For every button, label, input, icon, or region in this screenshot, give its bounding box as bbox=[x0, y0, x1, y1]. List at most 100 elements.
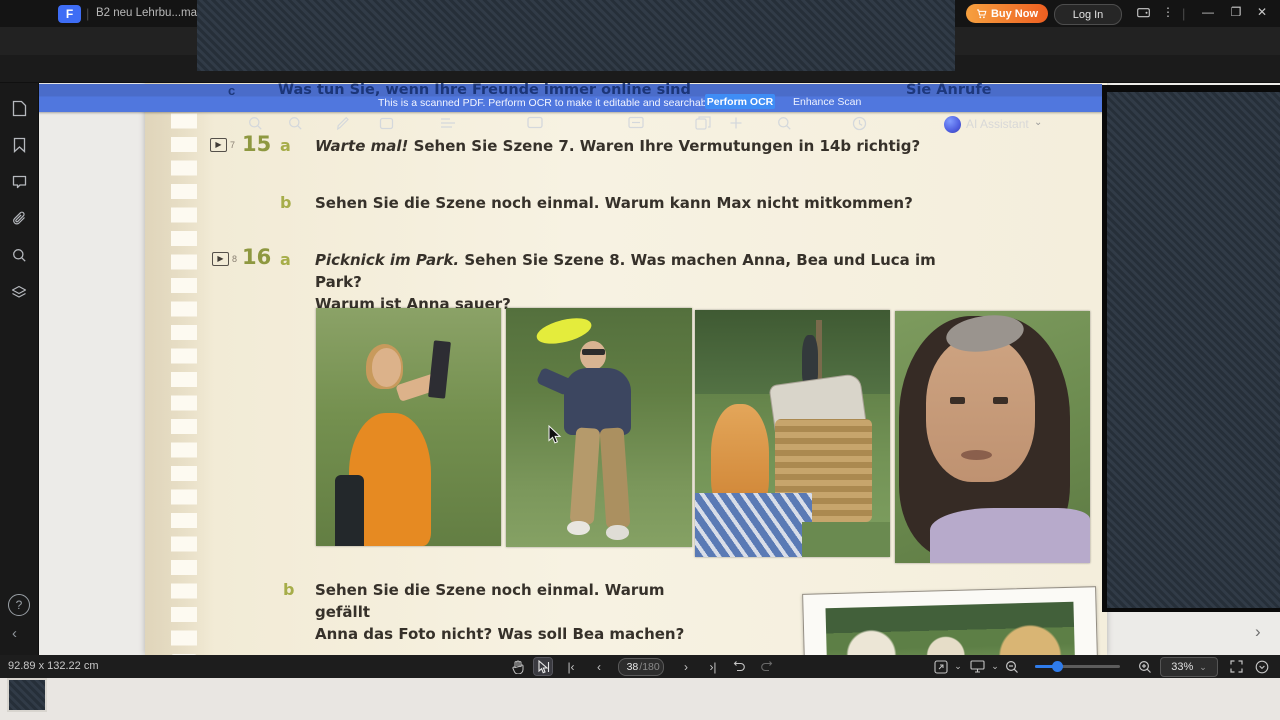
page-total: /180 bbox=[639, 661, 660, 673]
rotate-right-icon[interactable] bbox=[757, 658, 775, 675]
zoom-slider-handle[interactable] bbox=[1052, 661, 1063, 672]
form-tool-icon[interactable] bbox=[628, 116, 644, 130]
fullscreen-icon[interactable] bbox=[1227, 658, 1245, 675]
spiral-binding-holes bbox=[171, 90, 197, 655]
feedback-icon[interactable] bbox=[1134, 4, 1152, 22]
exercise-16b-line1: Sehen Sie die Szene noch einmal. Warum g… bbox=[315, 581, 665, 621]
chevron-down-icon[interactable]: ⌄ bbox=[986, 658, 1004, 675]
highlight-tool-icon[interactable] bbox=[379, 116, 394, 131]
pdf-page: ▶ 7 15 a Warte mal! Sehen Sie Szene 7. W… bbox=[145, 82, 1107, 655]
framed-photo-partial bbox=[802, 586, 1098, 655]
navigation-sidebar: ? ‹ bbox=[0, 82, 39, 655]
bookmarks-icon[interactable] bbox=[10, 136, 28, 154]
ai-assistant-button[interactable]: AI Assistant bbox=[966, 117, 1029, 131]
document-viewport[interactable]: ▶ 7 15 a Warte mal! Sehen Sie Szene 7. W… bbox=[38, 82, 1280, 655]
app-window: F | B2 neu Lehrbu...marked (1).pdf Buy N… bbox=[0, 0, 1280, 720]
comment-tool-icon[interactable] bbox=[527, 116, 543, 130]
doc-heading-fragment: Was tun Sie, wenn Ihre Freunde immer onl… bbox=[278, 82, 691, 98]
buy-now-button[interactable]: Buy Now bbox=[966, 4, 1048, 23]
page-display-mode-icon[interactable] bbox=[968, 658, 986, 675]
exercise-16b-text: Sehen Sie die Szene noch einmal. Warum g… bbox=[315, 579, 715, 645]
history-tool-icon[interactable] bbox=[852, 116, 867, 131]
exercise-16a-lead: Picknick im Park. bbox=[315, 251, 460, 269]
page-thumbnails-icon[interactable] bbox=[10, 99, 28, 117]
zoom-out-icon[interactable] bbox=[1003, 658, 1021, 675]
pen-tool-icon[interactable] bbox=[337, 116, 351, 131]
log-in-button[interactable]: Log In bbox=[1054, 4, 1122, 25]
chevron-down-icon[interactable]: ⌄ bbox=[949, 658, 967, 675]
perform-ocr-button[interactable]: Perform OCR bbox=[705, 94, 775, 109]
next-page-button[interactable]: › bbox=[677, 658, 695, 675]
exercise-15-number: 15 bbox=[242, 132, 272, 156]
attachments-icon[interactable] bbox=[10, 209, 28, 227]
app-logo-icon: F bbox=[58, 5, 81, 23]
minimize-button[interactable]: — bbox=[1198, 5, 1218, 19]
collapse-statusbar-icon[interactable] bbox=[1253, 658, 1271, 675]
photo-woman-taking-picture bbox=[316, 308, 501, 546]
search-icon[interactable] bbox=[10, 246, 28, 264]
enhance-scan-label: Enhance Scan bbox=[793, 96, 862, 108]
buy-now-label: Buy Now bbox=[990, 7, 1039, 20]
video-badge-16: ▶ 8 bbox=[212, 252, 237, 266]
magnify-tool-icon[interactable] bbox=[288, 116, 303, 131]
exercise-15a-lead: Warte mal! bbox=[315, 137, 409, 155]
exercise-16b-letter: b bbox=[283, 580, 295, 599]
help-icon[interactable]: ? bbox=[8, 594, 30, 616]
ai-assistant-icon[interactable] bbox=[944, 116, 961, 133]
redacted-region-right bbox=[1102, 85, 1280, 612]
layers-icon[interactable] bbox=[10, 283, 28, 301]
collapse-sidebar-chevron-icon[interactable]: ‹ bbox=[12, 625, 17, 642]
comments-icon[interactable] bbox=[10, 173, 28, 191]
framed-photo-image bbox=[825, 601, 1075, 655]
exercise-15a-text: Warte mal! Sehen Sie Szene 7. Waren Ihre… bbox=[315, 135, 935, 157]
page-number-input[interactable] bbox=[622, 661, 639, 673]
zoom-in-icon[interactable] bbox=[1136, 658, 1154, 675]
enhance-scan-button[interactable]: Enhance Scan bbox=[793, 96, 861, 108]
ocr-notification-bar: c Was tun Sie, wenn Ihre Freunde immer o… bbox=[38, 82, 1102, 112]
video-play-icon: ▶ bbox=[210, 138, 227, 152]
exercise-16b-line2: Anna das Foto nicht? Was soll Bea machen… bbox=[315, 625, 685, 643]
rotate-left-icon[interactable] bbox=[730, 658, 748, 675]
doc-heading-label: c bbox=[228, 83, 236, 98]
add-page-icon[interactable] bbox=[729, 116, 743, 130]
fit-page-icon[interactable] bbox=[932, 658, 950, 675]
cart-icon bbox=[976, 9, 987, 19]
video-badge-number: 8 bbox=[232, 254, 238, 264]
window-separator: | bbox=[1182, 6, 1186, 21]
mouse-cursor bbox=[548, 425, 562, 445]
zoom-tool-icon[interactable] bbox=[248, 116, 263, 131]
close-button[interactable]: ✕ bbox=[1252, 5, 1272, 19]
video-badge-number: 7 bbox=[230, 140, 236, 150]
perform-ocr-label: Perform OCR bbox=[706, 95, 774, 108]
zoom-level-dropdown[interactable]: 33% ⌄ bbox=[1160, 657, 1218, 677]
photo-picnic-basket bbox=[695, 310, 890, 557]
zoom-level-value: 33% bbox=[1171, 661, 1194, 673]
photo-man-throwing-frisbee bbox=[506, 308, 692, 547]
first-page-button[interactable]: |‹ bbox=[562, 658, 580, 675]
previous-page-button[interactable]: ‹ bbox=[590, 658, 608, 675]
chevron-down-icon[interactable]: ⌄ bbox=[1034, 117, 1042, 128]
status-bar: 92.89 x 132.22 cm |‹ ‹ /180 › ›| ⌄ ⌄ bbox=[0, 655, 1280, 678]
exercise-16-number: 16 bbox=[242, 245, 272, 269]
last-page-button[interactable]: ›| bbox=[704, 658, 722, 675]
organize-pages-icon[interactable] bbox=[695, 116, 711, 130]
select-tool-icon[interactable] bbox=[533, 657, 553, 676]
log-in-label: Log In bbox=[1072, 8, 1104, 21]
tab-separator: | bbox=[86, 6, 90, 21]
desktop-background-strip bbox=[0, 678, 1280, 720]
edit-text-tool-icon[interactable] bbox=[440, 116, 456, 130]
exercise-16a-letter: a bbox=[280, 250, 291, 269]
redacted-region-bottom-left bbox=[7, 678, 47, 712]
doc-heading-fragment-right: Sie Anrufe bbox=[906, 82, 992, 98]
hand-tool-icon[interactable] bbox=[509, 658, 527, 675]
zoom-slider[interactable] bbox=[1035, 661, 1120, 672]
redacted-region-top bbox=[197, 0, 955, 71]
expand-right-panel-chevron-icon[interactable]: › bbox=[1255, 622, 1261, 642]
exercise-15b-letter: b bbox=[280, 193, 292, 212]
search-tool-icon[interactable] bbox=[777, 116, 792, 131]
exercise-15a-letter: a bbox=[280, 136, 291, 155]
video-badge-15: ▶ 7 bbox=[210, 138, 235, 152]
page-number-box[interactable]: /180 bbox=[618, 658, 664, 676]
restore-button[interactable]: ❐ bbox=[1226, 5, 1246, 19]
more-options-kebab-icon[interactable]: ⋮ bbox=[1158, 5, 1178, 19]
